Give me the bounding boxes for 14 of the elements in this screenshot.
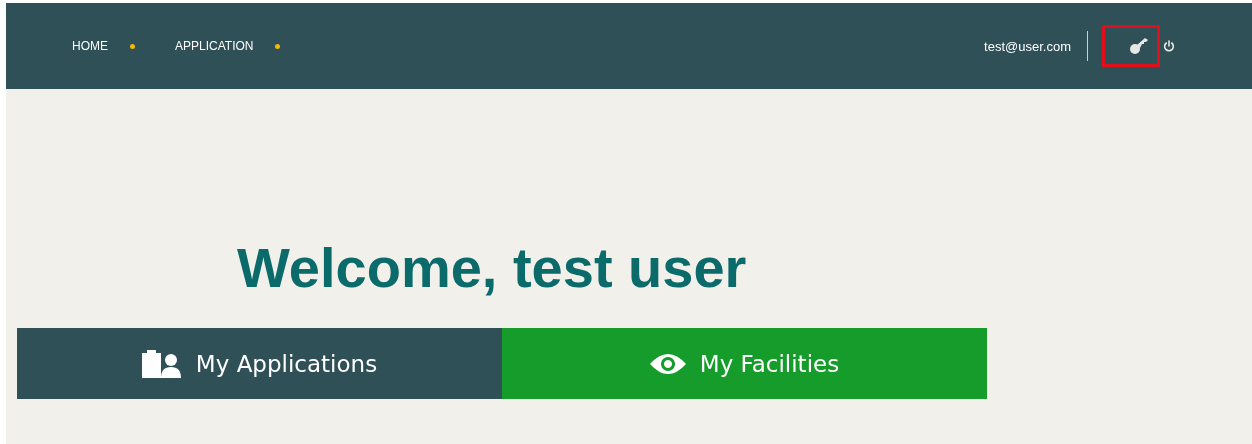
welcome-heading: Welcome, test user	[237, 236, 748, 300]
key-button[interactable]	[1102, 25, 1160, 67]
nav-dot	[130, 43, 135, 49]
tile-button[interactable]: My Applications	[17, 328, 502, 399]
building-person-icon	[141, 349, 182, 378]
user-email: test@user.com	[984, 38, 1071, 54]
nav-link[interactable]: APPLICATION	[175, 39, 254, 53]
nav-link[interactable]: HOME	[72, 39, 108, 53]
tile-label: My Applications	[195, 350, 378, 377]
key-icon	[1129, 37, 1149, 55]
tile-label: My Facilities	[699, 350, 840, 377]
tile-button[interactable]: My Facilities	[502, 328, 987, 399]
nav-dot	[275, 43, 281, 49]
eye-icon	[649, 352, 686, 375]
